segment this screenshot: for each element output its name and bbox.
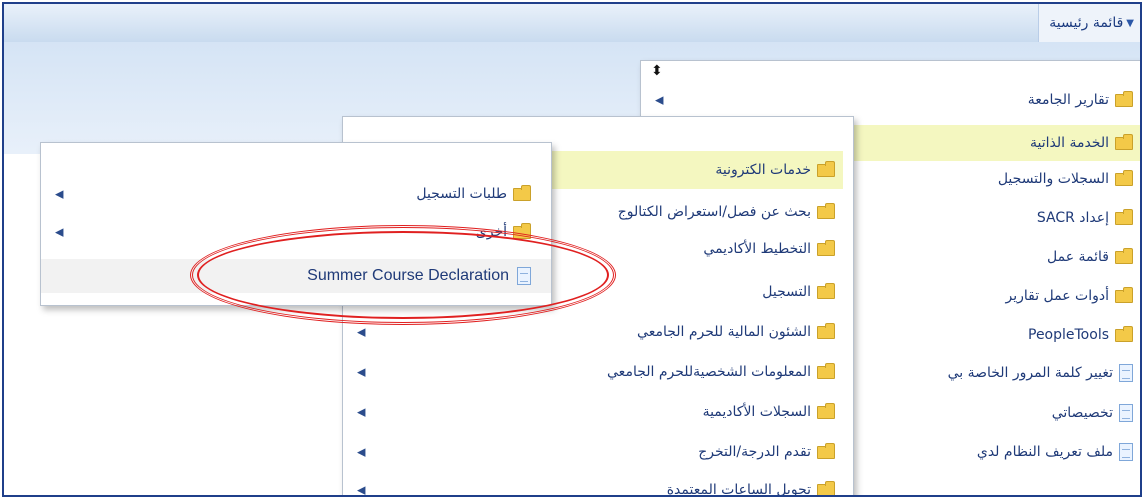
folder-icon bbox=[1115, 169, 1133, 186]
document-icon bbox=[1119, 404, 1133, 422]
main-menu-button[interactable]: ▼ قائمة رئيسية bbox=[1038, 4, 1140, 42]
document-icon bbox=[517, 267, 531, 285]
menu-item-degree-progress[interactable]: تقدم الدرجة/التخرج ◀ bbox=[343, 437, 843, 467]
menu-item-summer-course-declaration[interactable]: Summer Course Declaration bbox=[41, 259, 551, 293]
menu-item-campus-finances[interactable]: الشئون المالية للحرم الجامعي ◀ bbox=[343, 317, 843, 347]
submenu-arrow-icon: ◀ bbox=[357, 445, 366, 459]
chevron-down-icon: ▼ bbox=[1126, 17, 1134, 29]
menu-item-label: PeopleTools bbox=[1028, 327, 1109, 343]
menu-item-label: خدمات الكترونية bbox=[715, 162, 811, 178]
submenu-arrow-icon: ◀ bbox=[357, 325, 366, 339]
folder-icon bbox=[1115, 208, 1133, 225]
menu-level-3: طلبات التسجيل ◀ أخرى ◀ Summer Course Dec… bbox=[40, 142, 552, 306]
folder-icon bbox=[817, 362, 835, 379]
menu-item-label: المعلومات الشخصيةللحرم الجامعي bbox=[607, 364, 811, 380]
folder-icon bbox=[1115, 133, 1133, 150]
menu-item-label: تقدم الدرجة/التخرج bbox=[698, 444, 811, 460]
sort-arrows-icon[interactable]: ⬍ bbox=[651, 63, 663, 79]
menu-item-label: أدوات عمل تقارير bbox=[1005, 288, 1109, 304]
folder-icon bbox=[1115, 325, 1133, 342]
menu-item-label: Summer Course Declaration bbox=[307, 267, 509, 284]
folder-icon bbox=[817, 480, 835, 495]
submenu-arrow-icon: ◀ bbox=[55, 187, 64, 201]
folder-icon bbox=[1115, 247, 1133, 264]
folder-icon bbox=[1115, 286, 1133, 303]
menu-item-label: التسجيل bbox=[762, 284, 811, 300]
menu-item-university-reports[interactable]: تقارير الجامعة ◀ bbox=[641, 85, 1140, 115]
menu-item-label: تحويل الساعات المعتمدة bbox=[666, 482, 811, 497]
folder-icon bbox=[817, 322, 835, 339]
folder-icon bbox=[817, 202, 835, 219]
menu-item-label: تغيير كلمة المرور الخاصة بي bbox=[947, 365, 1113, 381]
menu-item-enrollment-requests[interactable]: طلبات التسجيل ◀ bbox=[41, 179, 551, 209]
menu-item-label: طلبات التسجيل bbox=[416, 186, 507, 202]
folder-icon bbox=[513, 222, 531, 239]
folder-icon bbox=[817, 402, 835, 419]
menu-item-label: إعداد SACR bbox=[1036, 210, 1109, 226]
menu-item-label: الشئون المالية للحرم الجامعي bbox=[637, 324, 811, 340]
menu-item-label: تقارير الجامعة bbox=[1027, 92, 1109, 108]
submenu-arrow-icon: ◀ bbox=[357, 365, 366, 379]
folder-icon bbox=[817, 160, 835, 177]
menu-item-label: بحث عن فصل/استعراض الكتالوج bbox=[617, 204, 811, 220]
menu-item-label: تخصيصاتي bbox=[1051, 405, 1113, 421]
submenu-arrow-icon: ◀ bbox=[655, 93, 664, 107]
main-menu-label: قائمة رئيسية bbox=[1049, 15, 1124, 31]
submenu-arrow-icon: ◀ bbox=[55, 225, 64, 239]
menu-item-transfer-credit[interactable]: تحويل الساعات المعتمدة ◀ bbox=[343, 475, 843, 497]
folder-icon bbox=[817, 282, 835, 299]
menu-item-label: الخدمة الذاتية bbox=[1029, 135, 1109, 151]
submenu-arrow-icon: ◀ bbox=[357, 405, 366, 419]
menu-item-academic-records[interactable]: السجلات الأكاديمية ◀ bbox=[343, 397, 843, 427]
document-icon bbox=[1119, 443, 1133, 461]
menu-item-label: قائمة عمل bbox=[1047, 249, 1109, 265]
menu-item-label: أخرى bbox=[475, 224, 507, 240]
menu-item-other[interactable]: أخرى ◀ bbox=[41, 217, 551, 247]
document-icon bbox=[1119, 364, 1133, 382]
menu-item-label: ملف تعريف النظام لدي bbox=[976, 444, 1113, 460]
menu-item-label: التخطيط الأكاديمي bbox=[703, 241, 811, 257]
menu-item-label: السجلات والتسجيل bbox=[997, 171, 1109, 187]
folder-icon bbox=[513, 184, 531, 201]
submenu-arrow-icon: ◀ bbox=[357, 483, 366, 497]
folder-icon bbox=[817, 442, 835, 459]
menu-item-campus-personal-info[interactable]: المعلومات الشخصيةللحرم الجامعي ◀ bbox=[343, 357, 843, 387]
top-bar bbox=[4, 4, 1140, 43]
folder-icon bbox=[817, 239, 835, 256]
menu-item-label: السجلات الأكاديمية bbox=[702, 404, 811, 420]
folder-icon bbox=[1115, 90, 1133, 107]
app-frame: ▼ قائمة رئيسية ⬍ تقارير الجامعة ◀ الخدمة… bbox=[2, 2, 1142, 497]
